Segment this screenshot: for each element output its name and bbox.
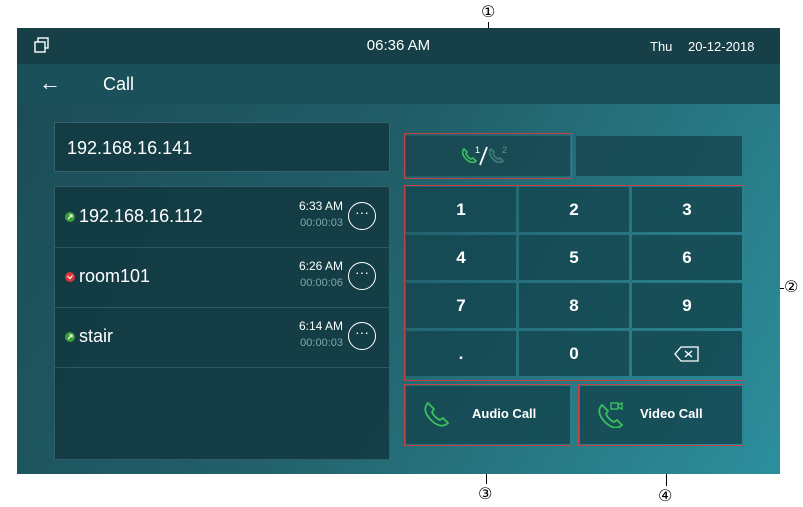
more-options-icon[interactable]: ···	[348, 262, 376, 290]
video-call-highlight	[578, 384, 744, 446]
outgoing-call-icon	[65, 332, 75, 342]
more-options-icon[interactable]: ···	[348, 202, 376, 230]
call-history-row[interactable]: stair 6:14 AM 00:00:03 ···	[55, 307, 389, 368]
ip-address-input[interactable]: 192.168.16.141	[54, 122, 390, 172]
call-history-name: 192.168.16.112	[79, 206, 203, 226]
call-history-duration: 00:00:06	[300, 277, 343, 289]
outgoing-call-icon	[65, 212, 75, 222]
call-history-row[interactable]: room101 6:26 AM 00:00:06 ···	[55, 247, 389, 308]
call-history-name: stair	[79, 326, 114, 346]
audio-call-highlight	[404, 384, 572, 446]
annotation-marker-4: ④	[658, 486, 673, 505]
call-history-time: 6:14 AM	[298, 319, 343, 333]
page-title: Call	[103, 74, 135, 94]
device-screen: 06:36 AM Thu 20-12-2018 ← Call 192.168.1…	[17, 28, 780, 474]
status-day: Thu	[650, 39, 673, 54]
annotation-marker-2: ②	[784, 277, 799, 296]
annotation-marker-1: ①	[481, 2, 496, 21]
missed-call-icon	[65, 272, 75, 282]
call-history-duration: 00:00:03	[300, 217, 343, 229]
back-arrow-icon[interactable]: ←	[39, 70, 61, 96]
dial-display-field	[576, 136, 742, 176]
call-history-duration: 00:00:03	[300, 337, 343, 349]
call-history-time: 6:26 AM	[298, 259, 343, 273]
title-bar: ← Call	[17, 64, 780, 104]
call-history-time: 6:33 AM	[298, 199, 343, 213]
status-bar: 06:36 AM Thu 20-12-2018	[17, 28, 780, 64]
more-options-icon[interactable]: ···	[348, 322, 376, 350]
annotation-marker-3: ③	[478, 484, 493, 503]
call-history-name: room101	[79, 266, 151, 286]
status-date: 20-12-2018	[688, 39, 755, 54]
call-history-list: 192.168.16.112 6:33 AM 00:00:03 ··· room…	[54, 186, 390, 460]
line-switch-highlight	[404, 133, 572, 179]
call-history-row[interactable]: 192.168.16.112 6:33 AM 00:00:03 ···	[55, 187, 389, 248]
keypad-highlight	[404, 185, 744, 381]
